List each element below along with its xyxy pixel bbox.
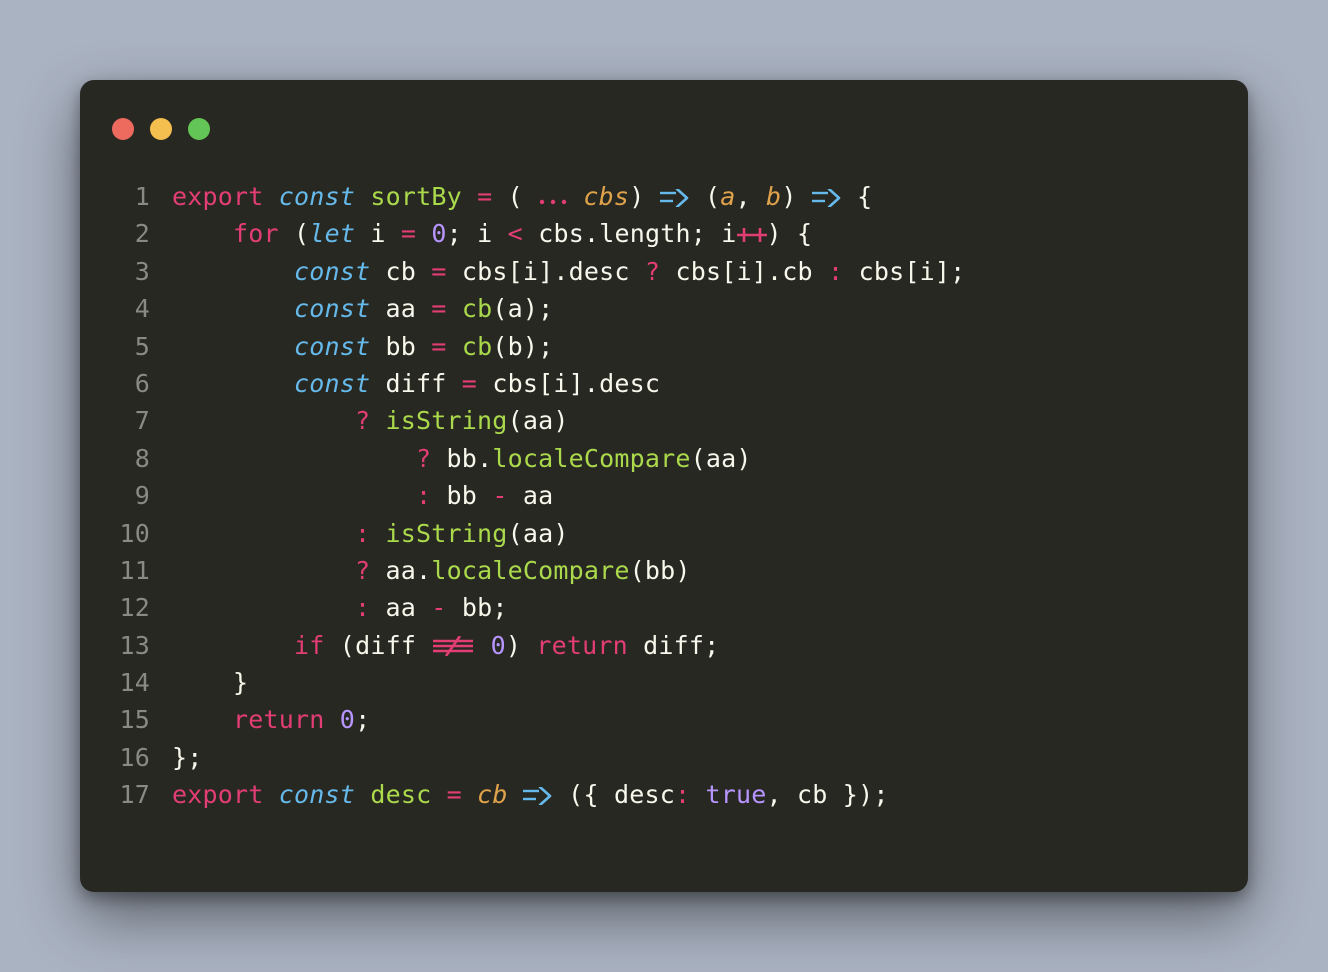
line-number: 1 (80, 178, 172, 215)
increment-ligature-icon (737, 219, 767, 248)
code-line: 5 const bb = cb(b); (80, 328, 1208, 365)
code-content: }; (172, 739, 203, 776)
window-zoom-icon[interactable] (188, 118, 210, 140)
code-content: : bb - aa (172, 477, 553, 514)
code-content: export const desc = cb ({ desc: true, cb… (172, 776, 889, 813)
code-content: ? isString(aa) (172, 402, 569, 439)
traffic-lights (112, 118, 210, 140)
line-number: 4 (80, 290, 172, 327)
code-line: 1export const sortBy = ( cbs) (a, b) { (80, 178, 1208, 215)
code-line: 7 ? isString(aa) (80, 402, 1208, 439)
line-number: 9 (80, 477, 172, 514)
code-content: : isString(aa) (172, 515, 569, 552)
code-content: } (172, 664, 248, 701)
code-line: 3 const cb = cbs[i].desc ? cbs[i].cb : c… (80, 253, 1208, 290)
code-content: for (let i = 0; i < cbs.length; i) { (172, 215, 812, 252)
line-number: 13 (80, 627, 172, 664)
code-content: : aa - bb; (172, 589, 508, 626)
code-line: 12 : aa - bb; (80, 589, 1208, 626)
code-content: return 0; (172, 701, 370, 738)
code-line: 10 : isString(aa) (80, 515, 1208, 552)
line-number: 15 (80, 701, 172, 738)
code-content: const aa = cb(a); (172, 290, 553, 327)
line-number: 7 (80, 402, 172, 439)
code-line: 17export const desc = cb ({ desc: true, … (80, 776, 1208, 813)
arrow-ligature-icon (812, 182, 842, 211)
line-number: 3 (80, 253, 172, 290)
code-line: 16}; (80, 739, 1208, 776)
code-line: 11 ? aa.localeCompare(bb) (80, 552, 1208, 589)
code-content: ? aa.localeCompare(bb) (172, 552, 691, 589)
arrow-ligature-icon (660, 182, 690, 211)
line-number: 11 (80, 552, 172, 589)
code-line: 13 if (diff 0) return diff; (80, 627, 1208, 664)
line-number: 2 (80, 215, 172, 252)
not-equal-ligature-icon (431, 631, 475, 660)
line-number: 14 (80, 664, 172, 701)
line-number: 17 (80, 776, 172, 813)
code-line: 8 ? bb.localeCompare(aa) (80, 440, 1208, 477)
code-content: export const sortBy = ( cbs) (a, b) { (172, 178, 872, 215)
code-content: if (diff 0) return diff; (172, 627, 719, 664)
code-line: 14 } (80, 664, 1208, 701)
code-block: 1export const sortBy = ( cbs) (a, b) {2 … (80, 178, 1248, 862)
code-content: const bb = cb(b); (172, 328, 553, 365)
line-number: 5 (80, 328, 172, 365)
code-line: 4 const aa = cb(a); (80, 290, 1208, 327)
window-close-icon[interactable] (112, 118, 134, 140)
line-number: 8 (80, 440, 172, 477)
spread-ligature-icon (538, 182, 568, 211)
code-line: 2 for (let i = 0; i < cbs.length; i) { (80, 215, 1208, 252)
code-content: ? bb.localeCompare(aa) (172, 440, 752, 477)
code-content: const diff = cbs[i].desc (172, 365, 660, 402)
line-number: 16 (80, 739, 172, 776)
arrow-ligature-icon (523, 780, 553, 809)
code-line: 6 const diff = cbs[i].desc (80, 365, 1208, 402)
line-number: 12 (80, 589, 172, 626)
code-content: const cb = cbs[i].desc ? cbs[i].cb : cbs… (172, 253, 965, 290)
code-window: 1export const sortBy = ( cbs) (a, b) {2 … (80, 80, 1248, 892)
line-number: 10 (80, 515, 172, 552)
code-line: 9 : bb - aa (80, 477, 1208, 514)
code-line: 15 return 0; (80, 701, 1208, 738)
window-minimize-icon[interactable] (150, 118, 172, 140)
line-number: 6 (80, 365, 172, 402)
